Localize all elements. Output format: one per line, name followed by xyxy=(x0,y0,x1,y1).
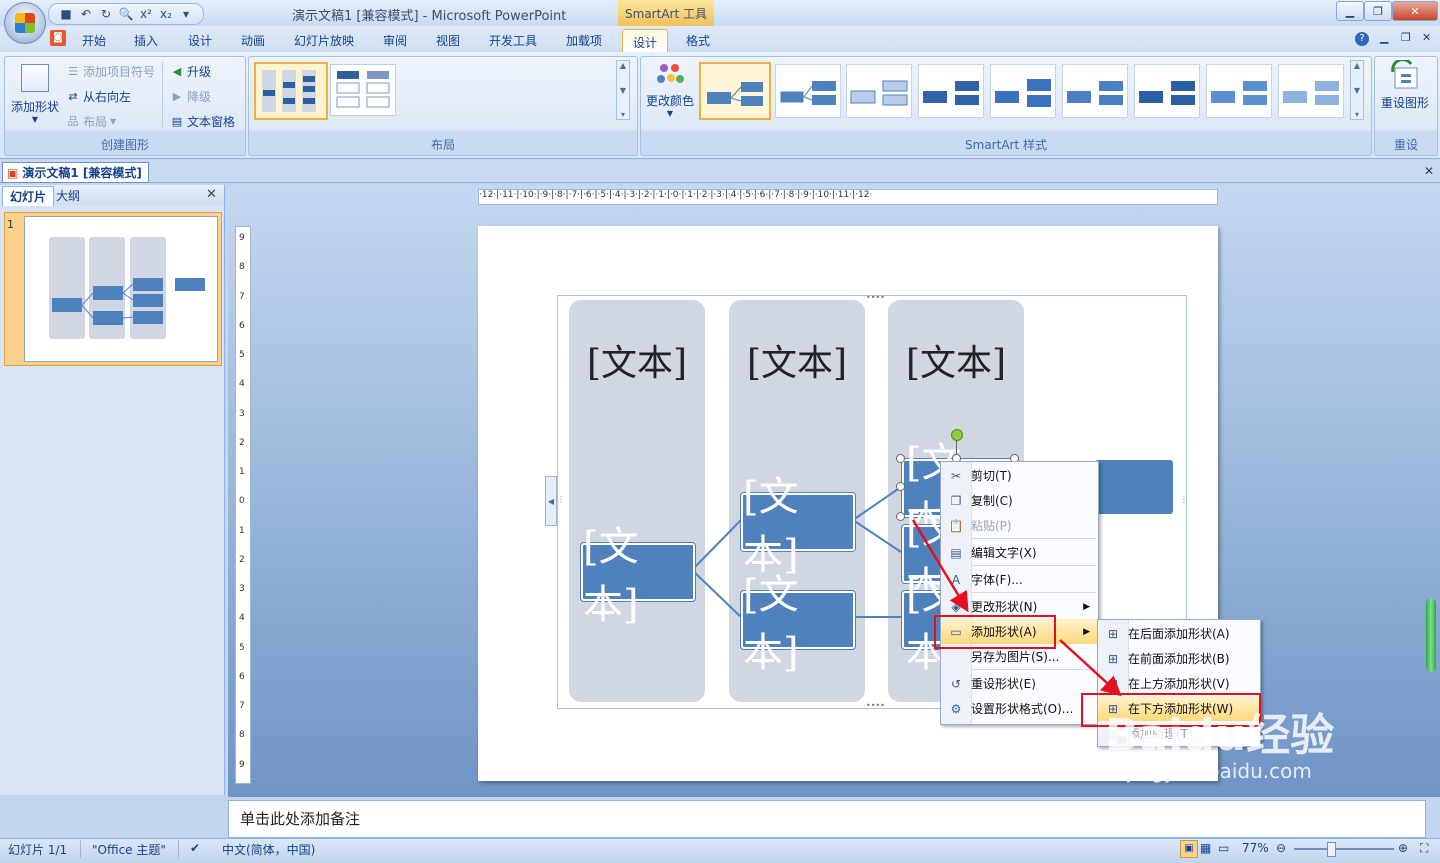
menu-item-label: 复制(C) xyxy=(971,494,1013,508)
menu-separator xyxy=(971,592,1096,593)
menu-item-label: 在前面添加形状(B) xyxy=(1128,652,1230,666)
menu-item-label: 在上方添加形状(V) xyxy=(1128,677,1230,691)
format-shape-icon: ⚙ xyxy=(950,701,962,716)
zoom-out-icon[interactable]: ⊖ xyxy=(1276,841,1286,855)
font-icon: A xyxy=(951,572,961,587)
highlight-box-add-shape xyxy=(934,615,1056,649)
smartart-node[interactable] xyxy=(1095,460,1173,514)
notes-placeholder[interactable]: 单击此处添加备注 xyxy=(240,808,360,829)
office-logo-icon xyxy=(15,13,35,33)
slide-sorter-view-icon[interactable]: ▦ xyxy=(1200,841,1211,855)
menu-item-label: 编辑文字(X) xyxy=(971,546,1037,560)
status-language[interactable]: 中文(简体，中国) xyxy=(222,841,315,858)
submenu-arrow-icon: ▶ xyxy=(1083,601,1090,612)
menu-item-label: 更改形状(N) xyxy=(971,600,1038,614)
status-theme: "Office 主题" xyxy=(92,843,166,857)
slideshow-view-icon[interactable]: ▭ xyxy=(1218,841,1229,855)
watermark-brand: Baidu经验 xyxy=(1105,710,1335,761)
status-divider xyxy=(80,840,81,858)
fit-slide-icon[interactable]: ⛶ xyxy=(1420,841,1428,856)
submenu-item-add-before[interactable]: ⊞ 在前面添加形状(B) xyxy=(1098,646,1260,671)
paste-icon: 📋 xyxy=(948,518,964,533)
menu-item-label: 设置形状格式(O)... xyxy=(971,702,1074,716)
context-menu: ✂ 剪切(T) ❐ 复制(C) 📋 粘贴(P) ▤ 编辑文字(X) A 字体(F)... … xyxy=(940,461,1099,725)
resize-handle[interactable] xyxy=(896,512,905,521)
status-divider xyxy=(178,840,179,858)
menu-item-label: 剪切(T) xyxy=(971,469,1012,483)
copy-icon: ❐ xyxy=(950,493,962,508)
resize-handle[interactable] xyxy=(896,482,905,491)
edit-text-icon: ▤ xyxy=(950,545,962,560)
add-after-icon: ⊞ xyxy=(1107,626,1119,641)
submenu-arrow-icon: ▶ xyxy=(1083,626,1090,637)
baidu-watermark: Baidu经验 jingyan.baidu.com xyxy=(1105,710,1335,783)
smartart-node[interactable]: [文本] xyxy=(741,572,855,676)
change-shape-icon: ◈ xyxy=(951,599,961,614)
menu-separator xyxy=(971,565,1096,566)
menu-item-label: 字体(F)... xyxy=(971,573,1023,587)
office-button[interactable] xyxy=(4,2,46,44)
reset-shape-icon: ↺ xyxy=(950,676,962,691)
status-slide-info: 幻灯片 1/1 xyxy=(8,843,68,857)
menu-item-cut[interactable]: ✂ 剪切(T) xyxy=(941,463,1098,488)
menu-separator xyxy=(971,538,1096,539)
notes-pane[interactable] xyxy=(228,800,1426,838)
smartart-node[interactable]: [文本] xyxy=(741,474,855,578)
menu-separator xyxy=(971,669,1096,670)
rotation-handle[interactable] xyxy=(951,429,963,441)
menu-item-font[interactable]: A 字体(F)... xyxy=(941,567,1098,592)
spell-check-icon[interactable]: ✔ xyxy=(190,841,200,855)
add-above-icon: ⊞ xyxy=(1107,676,1119,691)
add-before-icon: ⊞ xyxy=(1107,651,1119,666)
normal-view-icon[interactable]: ▣ xyxy=(1180,840,1198,858)
menu-item-reset-shape[interactable]: ↺ 重设形状(E) xyxy=(941,671,1098,696)
menu-item-paste[interactable]: 📋 粘贴(P) xyxy=(941,513,1098,538)
menu-item-label: 另存为图片(S)... xyxy=(971,650,1060,664)
menu-item-edit-text[interactable]: ▤ 编辑文字(X) xyxy=(941,540,1098,565)
resize-handle[interactable] xyxy=(896,454,905,463)
watermark-url: jingyan.baidu.com xyxy=(1127,759,1312,783)
scissors-icon: ✂ xyxy=(950,468,962,483)
smartart-node[interactable]: [文本] xyxy=(581,524,695,628)
zoom-slider-track[interactable] xyxy=(1294,848,1394,850)
zoom-slider-thumb[interactable] xyxy=(1327,842,1336,857)
zoom-in-icon[interactable]: ⊕ xyxy=(1398,841,1408,855)
status-zoom[interactable]: 77% xyxy=(1242,841,1269,855)
menu-item-copy[interactable]: ❐ 复制(C) xyxy=(941,488,1098,513)
submenu-item-add-after[interactable]: ⊞ 在后面添加形状(A) xyxy=(1098,621,1260,646)
menu-item-label: 重设形状(E) xyxy=(971,677,1036,691)
menu-item-label: 在后面添加形状(A) xyxy=(1128,627,1230,641)
menu-item-label: 粘贴(P) xyxy=(971,519,1012,533)
menu-item-format-shape[interactable]: ⚙ 设置形状格式(O)... xyxy=(941,696,1098,721)
